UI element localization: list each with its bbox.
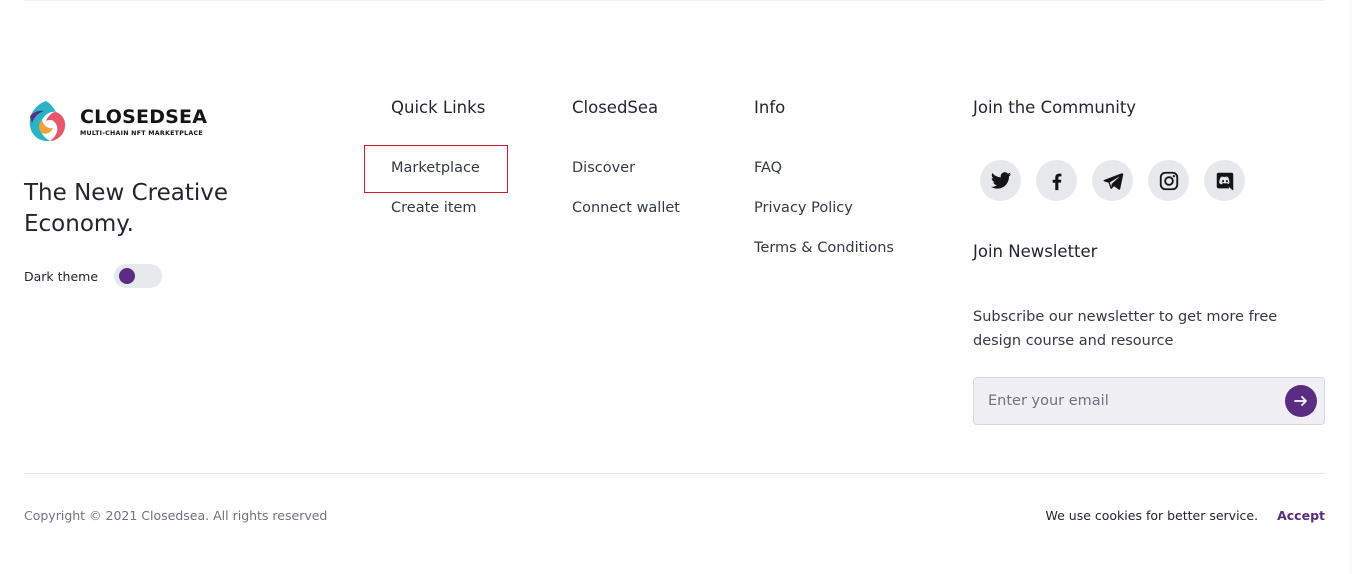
newsletter-description: Subscribe our newsletter to get more fre… — [973, 309, 1278, 349]
theme-switch-row: Dark theme — [24, 264, 163, 288]
quick-links-title: Quick Links — [391, 98, 486, 117]
social-links — [980, 160, 1260, 201]
copyright-text: Copyright © 2021 Closedsea. All rights r… — [24, 508, 328, 523]
toggle-knob — [119, 268, 136, 284]
closedsea-logo[interactable]: CLOSEDSEA MULTI-CHAIN NFT MARKETPLACE — [24, 98, 207, 144]
cookie-text: We use cookies for better service. — [1045, 508, 1259, 523]
telegram-icon — [1102, 172, 1123, 190]
link-discover[interactable]: Discover — [572, 158, 680, 178]
closedsea-column: ClosedSea Discover Connect wallet — [572, 98, 680, 216]
arrow-right-icon — [1294, 396, 1307, 406]
newsletter-submit-button[interactable] — [1285, 385, 1317, 417]
logo-name: CLOSEDSEA — [80, 105, 208, 128]
link-privacy-policy[interactable]: Privacy Policy — [754, 198, 894, 218]
twitter-icon — [990, 171, 1011, 189]
footer-divider — [24, 473, 1325, 474]
link-connect-wallet[interactable]: Connect wallet — [572, 198, 680, 218]
newsletter-title: Join Newsletter — [973, 242, 1098, 261]
link-faq[interactable]: FAQ — [754, 158, 894, 178]
logo-subtitle: MULTI-CHAIN NFT MARKETPLACE — [80, 129, 203, 137]
telegram-button[interactable] — [1092, 160, 1133, 201]
facebook-icon — [1052, 173, 1061, 190]
link-terms-conditions[interactable]: Terms & Conditions — [754, 238, 894, 258]
quick-links-column: Quick Links Marketplace Create item — [391, 98, 486, 216]
twitter-button[interactable] — [980, 160, 1021, 201]
community-column: Join the Community — [973, 98, 1325, 118]
facebook-button[interactable] — [1036, 160, 1077, 201]
discord-icon — [1216, 172, 1233, 191]
marketplace-highlight-box — [364, 145, 508, 193]
top-divider — [24, 0, 1325, 1]
email-input[interactable] — [974, 378, 1274, 424]
accept-cookies-button[interactable]: Accept — [1277, 508, 1325, 523]
instagram-icon — [1159, 171, 1178, 190]
discord-button[interactable] — [1204, 160, 1245, 201]
instagram-button[interactable] — [1148, 160, 1189, 201]
newsletter-form — [973, 377, 1325, 425]
link-create-item[interactable]: Create item — [391, 198, 480, 218]
dark-theme-toggle[interactable] — [114, 264, 163, 288]
dark-theme-label: Dark theme — [24, 268, 99, 284]
info-column: Info FAQ Privacy Policy Terms & Conditio… — [754, 98, 894, 256]
info-title: Info — [754, 98, 786, 117]
closedsea-title: ClosedSea — [572, 98, 659, 117]
brand-slogan: The New Creative Economy. — [24, 180, 228, 237]
cookie-notice: We use cookies for better service. Accep… — [1046, 508, 1326, 523]
community-title: Join the Community — [973, 98, 1137, 117]
logo-mark-icon — [29, 101, 66, 142]
